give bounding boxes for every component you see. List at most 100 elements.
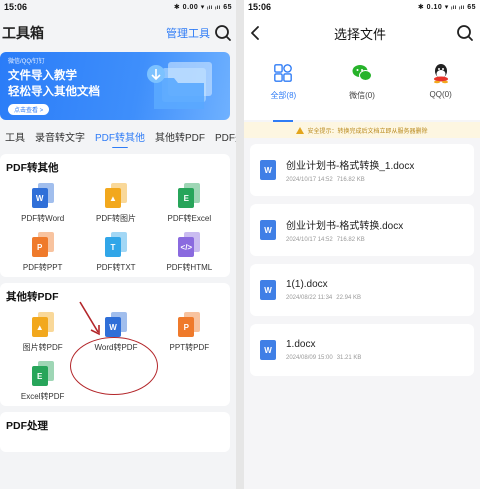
tool-grid: ▲ 图片转PDF W Word转PDF P PPT转PDF E Excel转PDF xyxy=(6,312,226,402)
tool-label: PDF转图片 xyxy=(95,214,136,223)
file-row[interactable]: W 创业计划书-格式转换_1.docx 2024/10/17 14:52 716.82… xyxy=(250,144,474,196)
file-details: 2024/08/09 15:00 31.21 KB xyxy=(286,355,361,361)
section-title: PDF转其他 xyxy=(6,162,59,174)
pane-divider xyxy=(236,0,244,489)
tool-item[interactable]: T PDF转TXT xyxy=(79,232,152,273)
status-bar: 15:06 ✱ 0.10 ▾ ᵢₗₗ ᵢₗₗ 65 xyxy=(244,0,480,14)
tool-label: Excel转PDF xyxy=(20,392,65,401)
icon-front-sheet: ▲ xyxy=(31,317,48,337)
file-size: 716.82 KB xyxy=(336,177,365,183)
document-convert-icon: T xyxy=(104,232,127,258)
banner-view-button[interactable]: 点击查看 > xyxy=(8,104,50,115)
file-size: 22.94 KB xyxy=(336,295,361,301)
file-name: 创业计划书-格式转换.docx xyxy=(286,221,404,232)
tool-grid: W PDF转Word ▲ PDF转图片 E PDF转Excel P PDF转PPT T PDF转T… xyxy=(6,183,226,273)
section-title: 其他转PDF xyxy=(6,291,59,303)
file-date: 2024/08/09 15:00 xyxy=(286,355,333,361)
tab-0[interactable]: 工具 xyxy=(0,129,30,144)
section-title: PDF处理 xyxy=(6,420,48,432)
document-convert-icon: W xyxy=(31,183,54,209)
page-title: 选择文件 xyxy=(333,26,386,42)
search-icon[interactable] xyxy=(456,24,474,42)
tool-label: PDF转Excel xyxy=(167,214,212,223)
tool-item[interactable]: P PPT转PDF xyxy=(153,312,226,353)
tool-label: PDF转PPT xyxy=(22,263,63,272)
tab-1[interactable]: 录音转文字 xyxy=(30,129,90,144)
icon-front-sheet: ▲ xyxy=(104,188,121,208)
import-tutorial-banner[interactable]: 微信/QQ/钉钉 文件导入教学 轻松导入其他文档 点击查看 > xyxy=(0,52,230,120)
tool-item[interactable]: W PDF转Word xyxy=(6,183,79,224)
file-size: 716.82 KB xyxy=(336,237,365,243)
tool-section-card: PDF转其他 W PDF转Word ▲ PDF转图片 E PDF转Excel P PDF转PPT… xyxy=(0,154,230,277)
security-notice: 安全提示：转换完成后文档立即从服务器删除 xyxy=(244,122,480,138)
toolbox-header: 工具箱 管理工具 xyxy=(0,14,236,52)
file-date: 2024/10/17 14:52 xyxy=(286,177,333,183)
tool-label: 图片转PDF xyxy=(22,343,63,352)
tab-2[interactable]: PDF转其他 xyxy=(90,129,150,148)
icon-front-sheet: E xyxy=(178,188,195,208)
back-arrow-icon[interactable] xyxy=(248,25,264,41)
icon-front-sheet: P xyxy=(178,317,195,337)
file-name: 1(1).docx xyxy=(286,279,328,290)
icon-front-sheet: T xyxy=(104,237,121,257)
document-convert-icon: P xyxy=(31,232,54,258)
wechat-icon xyxy=(351,62,373,84)
tool-item[interactable]: ▲ PDF转图片 xyxy=(79,183,152,224)
document-convert-icon: W xyxy=(104,312,127,338)
file-name: 1.docx xyxy=(286,339,316,350)
status-indicators: ✱ 0.10 ▾ ᵢₗₗ ᵢₗₗ 65 xyxy=(417,4,476,11)
category-tab-0[interactable]: 全部(8) xyxy=(248,62,318,122)
status-bar: 15:06 ✱ 0.00 ▾ ᵢₗₗ ᵢₗₗ 65 xyxy=(0,0,236,14)
tool-item[interactable]: W Word转PDF xyxy=(79,312,152,353)
file-row[interactable]: W 创业计划书-格式转换.docx 2024/10/17 14:52 716.82 K… xyxy=(250,204,474,256)
icon-front-sheet: </> xyxy=(178,237,195,257)
tool-section-card: PDF处理 xyxy=(0,412,230,452)
tool-item[interactable]: E PDF转Excel xyxy=(153,183,226,224)
word-file-icon: W xyxy=(260,280,276,300)
tool-item[interactable]: P PDF转PPT xyxy=(6,232,79,273)
status-indicators: ✱ 0.00 ▾ ᵢₗₗ ᵢₗₗ 65 xyxy=(173,4,232,11)
category-label: 微信(0) xyxy=(349,91,375,100)
file-date: 2024/08/22 11:34 xyxy=(286,295,333,301)
category-tab-2[interactable]: QQ(0) xyxy=(406,62,476,116)
document-convert-icon: </> xyxy=(178,232,201,258)
toolbox-screen: 15:06 ✱ 0.00 ▾ ᵢₗₗ ᵢₗₗ 65 工具箱 管理工具 微信/QQ… xyxy=(0,0,236,489)
tool-label: PDF转Word xyxy=(21,214,65,223)
category-tab-1[interactable]: 微信(0) xyxy=(327,62,397,116)
tool-item[interactable]: ▲ 图片转PDF xyxy=(6,312,79,353)
file-row[interactable]: W 1(1).docx 2024/08/22 11:34 22.94 KB xyxy=(250,264,474,316)
icon-front-sheet: P xyxy=(31,237,48,257)
status-time: 15:06 xyxy=(4,2,28,12)
qq-icon xyxy=(430,62,452,84)
tab-4[interactable]: PDF处 xyxy=(210,129,236,144)
tool-label: Word转PDF xyxy=(94,343,138,352)
word-file-icon: W xyxy=(260,160,276,180)
document-convert-icon: P xyxy=(178,312,201,338)
category-label: QQ(0) xyxy=(429,90,452,99)
word-file-icon: W xyxy=(260,340,276,360)
icon-front-sheet: W xyxy=(104,317,121,337)
file-name: 创业计划书-格式转换_1.docx xyxy=(286,161,415,172)
category-label: 全部(8) xyxy=(270,91,297,100)
status-time: 15:06 xyxy=(248,2,272,12)
file-list: W 创业计划书-格式转换_1.docx 2024/10/17 14:52 716.82… xyxy=(244,138,480,376)
tool-item[interactable]: E Excel转PDF xyxy=(6,361,79,402)
icon-front-sheet: E xyxy=(31,366,48,386)
tab-3[interactable]: 其他转PDF xyxy=(150,129,210,144)
icon-front-sheet: W xyxy=(31,188,48,208)
tool-item[interactable]: </> PDF转HTML xyxy=(153,232,226,273)
file-date: 2024/10/17 14:52 xyxy=(286,237,333,243)
source-categories: 全部(8) 微信(0) QQ(0) xyxy=(244,52,480,122)
warning-icon xyxy=(296,126,305,134)
file-meta: 创业计划书-格式转换_1.docx 2024/10/17 14:52 716.82 … xyxy=(286,157,414,183)
document-convert-icon: E xyxy=(178,183,201,209)
file-picker-screen: 15:06 ✱ 0.10 ▾ ᵢₗₗ ᵢₗₗ 65 选择文件 全部(8) 微信(0… xyxy=(244,0,480,489)
tool-label: PDF转HTML xyxy=(166,263,213,272)
folder-illustration-icon xyxy=(147,62,212,109)
file-row[interactable]: W 1.docx 2024/08/09 15:00 31.21 KB xyxy=(250,324,474,376)
file-meta: 1.docx 2024/08/09 15:00 31.21 KB xyxy=(286,339,361,361)
word-file-icon: W xyxy=(260,220,276,240)
search-icon[interactable] xyxy=(214,24,232,42)
document-convert-icon: ▲ xyxy=(31,312,54,338)
manage-tools-link[interactable]: 管理工具 xyxy=(166,25,210,41)
